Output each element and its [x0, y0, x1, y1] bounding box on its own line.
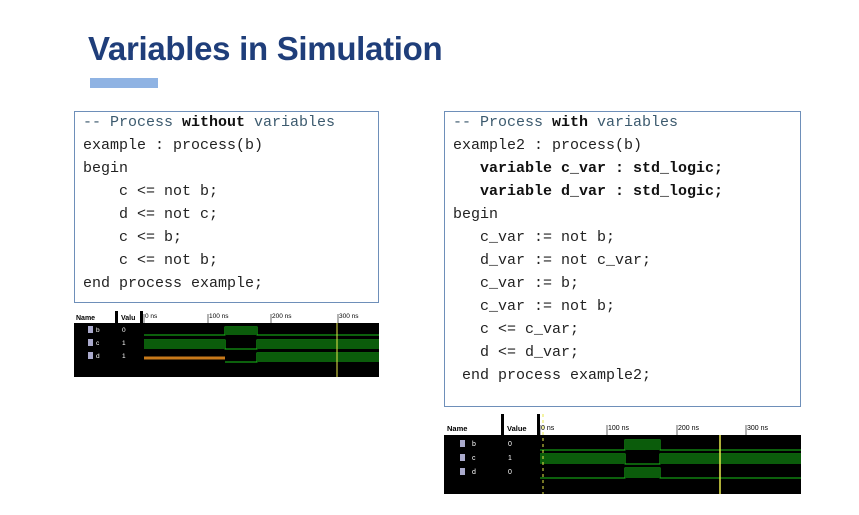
code-box-with-variables: -- Process with variables example2 : pro… [444, 111, 801, 407]
name-column-header: Name [76, 315, 95, 322]
value-column-header: Value [507, 424, 527, 433]
code-line-comment: -- Process with variables [453, 114, 679, 131]
code-line: c <= not b; [83, 252, 219, 269]
signal-icon [88, 339, 93, 346]
code-line: end process example; [83, 275, 264, 292]
slide-title: Variables in Simulation [88, 30, 443, 67]
code-line: d <= d_var; [453, 344, 580, 361]
signal-value: 1 [508, 455, 512, 462]
signal-icon [88, 326, 93, 333]
time-tick-label: 200 ns [272, 313, 292, 320]
code-line: c <= c_var; [453, 321, 580, 338]
code-line: d <= not c; [83, 206, 219, 223]
code-line: c_var := not b; [453, 229, 616, 246]
waveform-viewer-without-variables: Name Valu 0 ns 100 ns 200 ns 300 ns b 0 … [74, 311, 379, 377]
code-line: c <= not b; [83, 183, 219, 200]
code-box-without-variables: -- Process without variables example : p… [74, 111, 379, 303]
title-accent-bar [90, 78, 158, 88]
code-line: c_var := not b; [453, 298, 616, 315]
signal-value: 0 [122, 327, 126, 334]
signal-value: 0 [508, 441, 512, 448]
waveform-viewer-with-variables: Name Value 0 ns 100 ns 200 ns 300 ns b 0… [444, 414, 801, 494]
signal-name: d [472, 469, 476, 476]
signal-value: 1 [122, 353, 126, 360]
time-tick-label: 200 ns [678, 425, 700, 432]
code-line-variable-decl: variable d_var : std_logic; [453, 183, 724, 200]
code-line: d_var := not c_var; [453, 252, 652, 269]
signal-value: 0 [508, 469, 512, 476]
code-line-comment: -- Process without variables [83, 114, 336, 131]
signal-name: d [96, 353, 100, 360]
signal-icon [460, 468, 465, 475]
signal-name: b [472, 441, 476, 448]
signal-name: b [96, 327, 100, 334]
time-tick-label: 0 ns [145, 313, 158, 320]
signal-icon [460, 440, 465, 447]
time-tick-label: 100 ns [608, 425, 630, 432]
time-tick-label: 300 ns [747, 425, 769, 432]
time-tick-label: 300 ns [339, 313, 359, 320]
code-line: begin [453, 206, 499, 223]
signal-icon [460, 454, 465, 461]
signal-icon [88, 352, 93, 359]
code-line: c <= b; [83, 229, 183, 246]
code-line: example : process(b) [83, 137, 264, 154]
code-line: begin [83, 160, 129, 177]
code-line: end process example2; [453, 367, 652, 384]
name-column-header: Name [447, 424, 467, 433]
signal-value: 1 [122, 340, 126, 347]
code-line: example2 : process(b) [453, 137, 643, 154]
value-column-header: Valu [121, 315, 135, 322]
signal-name: c [472, 455, 476, 462]
time-tick-label: 100 ns [209, 313, 229, 320]
code-line: c_var := b; [453, 275, 580, 292]
code-line-variable-decl: variable c_var : std_logic; [453, 160, 724, 177]
